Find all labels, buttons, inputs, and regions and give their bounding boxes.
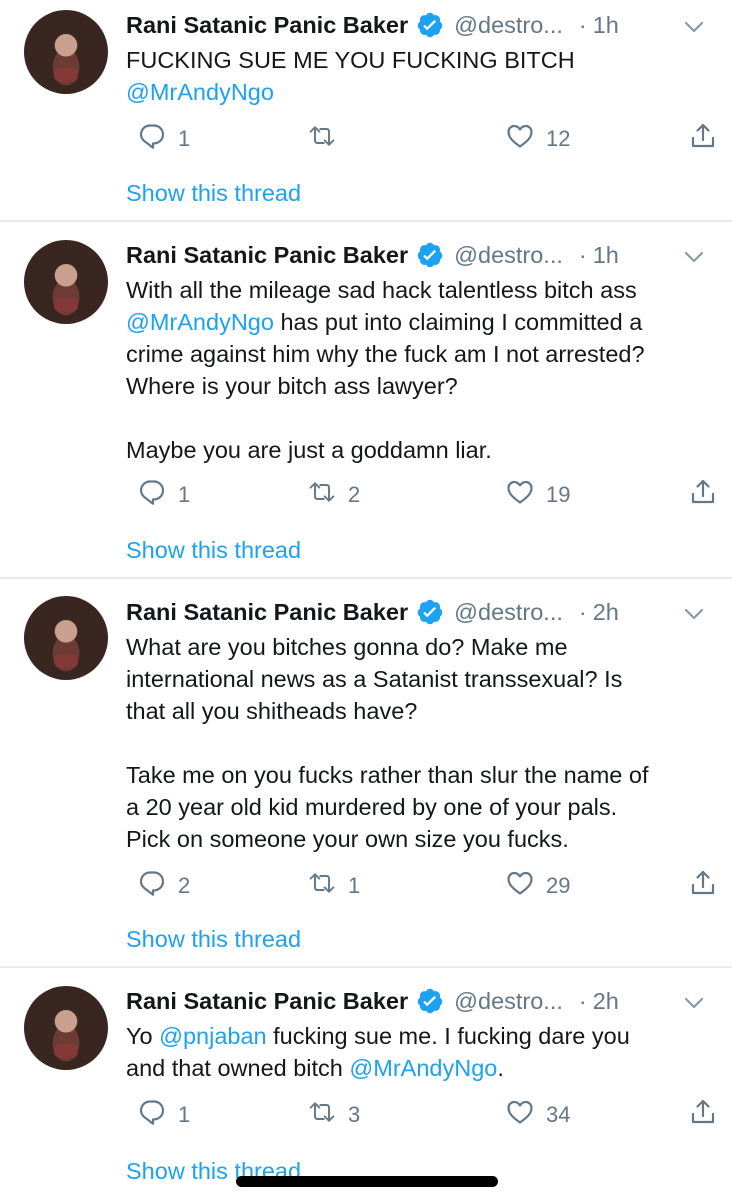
share-button[interactable] (677, 122, 717, 156)
tweet-timestamp[interactable]: 2h (593, 599, 619, 626)
verified-badge-icon (416, 598, 444, 626)
share-icon (689, 869, 717, 903)
tweet-divider (0, 220, 732, 222)
reply-button[interactable]: 1 (126, 122, 190, 156)
author-handle[interactable]: @destro... (454, 12, 563, 39)
share-icon (689, 478, 717, 512)
text-segment: FUCKING SUE ME YOU FUCKING BITCH (126, 47, 575, 73)
tweet-divider (0, 577, 732, 579)
home-indicator[interactable] (236, 1176, 498, 1187)
retweet-count: 1 (348, 873, 361, 898)
text-segment: . (497, 1055, 504, 1081)
retweet-button[interactable]: 2 (296, 478, 360, 512)
like-icon (506, 478, 534, 512)
verified-badge-icon (416, 241, 444, 269)
author-name[interactable]: Rani Satanic Panic Baker (126, 599, 408, 626)
separator-dot: · (578, 598, 587, 625)
tweet-header: Rani Satanic Panic Baker @destro... · 2h (126, 984, 619, 1018)
reply-icon (138, 122, 166, 156)
retweet-icon (308, 478, 336, 512)
avatar[interactable] (24, 596, 108, 680)
tweet-divider (0, 966, 732, 968)
tweet-header: Rani Satanic Panic Baker @destro... · 1h (126, 8, 619, 42)
author-handle[interactable]: @destro... (454, 242, 563, 269)
reply-button[interactable]: 1 (126, 1098, 190, 1132)
avatar[interactable] (24, 986, 108, 1070)
tweet-text: What are you bitches gonna do? Make me i… (126, 631, 716, 855)
reply-icon (138, 478, 166, 512)
like-button[interactable]: 29 (494, 869, 570, 903)
avatar[interactable] (24, 240, 108, 324)
author-name[interactable]: Rani Satanic Panic Baker (126, 242, 408, 269)
tweet-actions: 1 3 34 (126, 1098, 716, 1132)
tweet-text: Yo @pnjaban fucking sue me. I fucking da… (126, 1020, 716, 1084)
mention-link[interactable]: @MrAndyNgo (126, 309, 274, 335)
reply-count: 1 (178, 482, 191, 507)
author-handle[interactable]: @destro... (454, 988, 563, 1015)
text-segment: Yo (126, 1023, 160, 1049)
verified-badge-icon (416, 11, 444, 39)
tweet-actions: 1 12 (126, 122, 716, 156)
chevron-down-icon[interactable] (684, 607, 704, 621)
reply-button[interactable]: 2 (126, 869, 190, 903)
chevron-down-icon[interactable] (684, 250, 704, 264)
like-button[interactable]: 12 (494, 122, 570, 156)
like-icon (506, 869, 534, 903)
mention-link[interactable]: @pnjaban (159, 1023, 267, 1049)
tweet-timestamp[interactable]: 1h (593, 12, 619, 39)
tweet-text: FUCKING SUE ME YOU FUCKING BITCH @MrAndy… (126, 44, 716, 108)
share-icon (689, 122, 717, 156)
tweet-header: Rani Satanic Panic Baker @destro... · 1h (126, 238, 619, 272)
retweet-icon (308, 1098, 336, 1132)
mention-link[interactable]: @MrAndyNgo (349, 1055, 497, 1081)
author-name[interactable]: Rani Satanic Panic Baker (126, 988, 408, 1015)
share-button[interactable] (677, 478, 717, 512)
reply-button[interactable]: 1 (126, 478, 190, 512)
tweet-header: Rani Satanic Panic Baker @destro... · 2h (126, 595, 619, 629)
text-segment: What are you bitches gonna do? Make me i… (126, 634, 649, 852)
tweet-actions: 1 2 19 (126, 478, 716, 512)
separator-dot: · (578, 987, 587, 1014)
show-thread-link[interactable]: Show this thread (126, 926, 301, 953)
separator-dot: · (578, 241, 587, 268)
retweet-button[interactable]: 3 (296, 1098, 360, 1132)
tweet-timestamp[interactable]: 1h (593, 242, 619, 269)
share-button[interactable] (677, 869, 717, 903)
show-thread-link[interactable]: Show this thread (126, 537, 301, 564)
share-icon (689, 1098, 717, 1132)
retweet-count: 2 (348, 482, 361, 507)
reply-count: 1 (178, 1102, 191, 1127)
tweet-actions: 2 1 29 (126, 869, 716, 903)
share-button[interactable] (677, 1098, 717, 1132)
like-count: 12 (546, 126, 571, 151)
text-segment: With all the mileage sad hack talentless… (126, 277, 637, 303)
like-count: 19 (546, 482, 571, 507)
mention-link[interactable]: @MrAndyNgo (126, 79, 274, 105)
reply-icon (138, 869, 166, 903)
tweet-text: With all the mileage sad hack talentless… (126, 274, 716, 466)
author-name[interactable]: Rani Satanic Panic Baker (126, 12, 408, 39)
like-button[interactable]: 34 (494, 1098, 570, 1132)
reply-count: 2 (178, 873, 191, 898)
reply-icon (138, 1098, 166, 1132)
like-count: 29 (546, 873, 571, 898)
author-handle[interactable]: @destro... (454, 599, 563, 626)
verified-badge-icon (416, 987, 444, 1015)
like-icon (506, 1098, 534, 1132)
avatar[interactable] (24, 10, 108, 94)
reply-count: 1 (178, 126, 191, 151)
like-count: 34 (546, 1102, 571, 1127)
retweet-count: 3 (348, 1102, 361, 1127)
like-icon (506, 122, 534, 156)
separator-dot: · (578, 11, 587, 38)
retweet-button[interactable] (296, 122, 348, 156)
like-button[interactable]: 19 (494, 478, 570, 512)
tweet-timestamp[interactable]: 2h (593, 988, 619, 1015)
retweet-icon (308, 869, 336, 903)
retweet-icon (308, 122, 336, 156)
chevron-down-icon[interactable] (684, 20, 704, 34)
show-thread-link[interactable]: Show this thread (126, 180, 301, 207)
chevron-down-icon[interactable] (684, 996, 704, 1010)
retweet-button[interactable]: 1 (296, 869, 360, 903)
